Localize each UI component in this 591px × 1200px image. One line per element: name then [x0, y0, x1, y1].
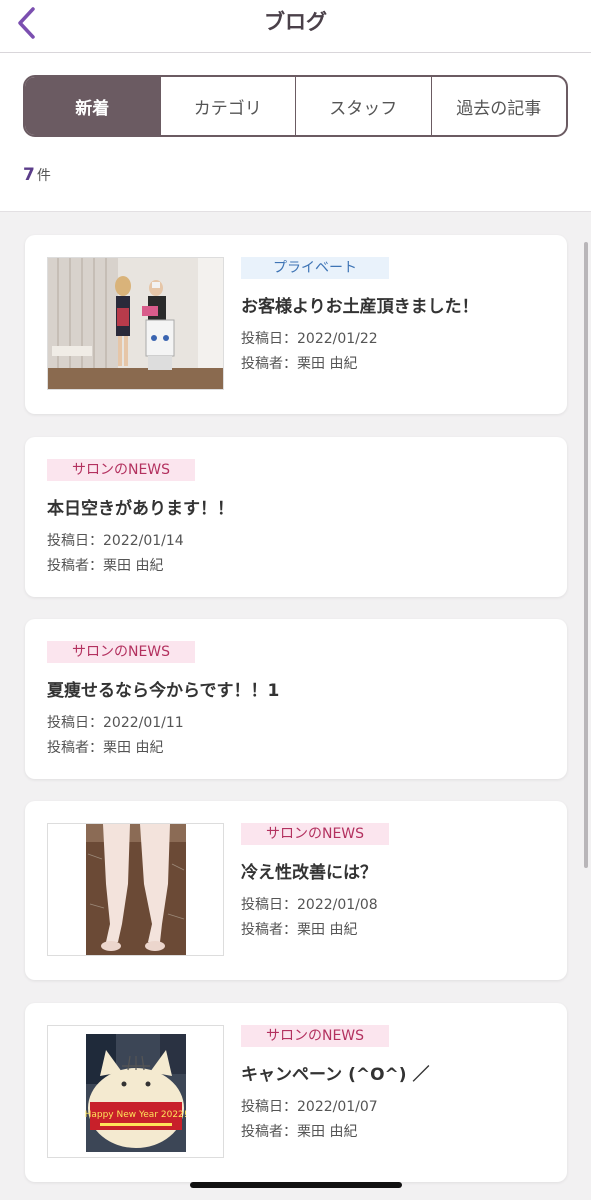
result-count-unit: 件 — [36, 168, 51, 184]
category-badge: サロンのNEWS — [47, 459, 195, 481]
post-card[interactable]: サロンのNEWS 夏痩せるなら今からです！！1 投稿日：2022/01/11 投… — [25, 619, 567, 779]
tab-staff[interactable]: スタッフ — [295, 77, 431, 135]
post-thumbnail — [47, 823, 224, 956]
post-body: サロンのNEWS 冷え性改善には？ 投稿日：2022/01/08 投稿者：栗田 … — [241, 823, 389, 943]
category-badge: プライベート — [241, 257, 389, 279]
category-badge: サロンのNEWS — [47, 641, 195, 663]
result-count: 7件 — [23, 165, 51, 185]
post-author: 投稿者：栗田 由紀 — [241, 1124, 358, 1140]
filter-area: 新着 カテゴリ スタッフ 過去の記事 7件 — [0, 53, 591, 212]
result-count-number: 7 — [23, 165, 35, 185]
post-date: 投稿日：2022/01/14 — [47, 533, 184, 549]
post-body: サロンのNEWS 本日空きがあります！！ 投稿日：2022/01/14 投稿者：… — [47, 459, 234, 579]
tab-category[interactable]: カテゴリ — [159, 77, 296, 135]
tab-archive[interactable]: 過去の記事 — [430, 77, 567, 135]
post-body: サロンのNEWS キャンペーン (^O^) ／ 投稿日：2022/01/07 投… — [241, 1025, 429, 1145]
post-card[interactable]: Happy New Year 2022! サロンのNEWS キャンペーン (^O… — [25, 1003, 567, 1182]
post-title: 本日空きがあります！！ — [47, 499, 234, 519]
post-date: 投稿日：2022/01/07 — [241, 1099, 378, 1115]
app-header: ブログ — [0, 0, 591, 53]
thumbnail-caption: Happy New Year 2022! — [85, 1110, 188, 1120]
post-card[interactable]: サロンのNEWS 本日空きがあります！！ 投稿日：2022/01/14 投稿者：… — [25, 437, 567, 597]
post-author: 投稿者：栗田 由紀 — [47, 740, 164, 756]
tab-bar: 新着 カテゴリ スタッフ 過去の記事 — [23, 75, 568, 137]
post-author: 投稿者：栗田 由紀 — [241, 922, 358, 938]
post-date: 投稿日：2022/01/08 — [241, 897, 378, 913]
home-indicator[interactable] — [190, 1182, 402, 1188]
post-title: お客様よりお土産頂きました！ — [241, 297, 479, 317]
scrollbar[interactable] — [584, 242, 588, 868]
post-date: 投稿日：2022/01/22 — [241, 331, 378, 347]
post-body: サロンのNEWS 夏痩せるなら今からです！！1 投稿日：2022/01/11 投… — [47, 641, 279, 761]
post-author: 投稿者：栗田 由紀 — [47, 558, 164, 574]
post-title: 夏痩せるなら今からです！！1 — [47, 681, 280, 701]
post-body: プライベート お客様よりお土産頂きました！ 投稿日：2022/01/22 投稿者… — [241, 257, 479, 377]
post-card[interactable]: サロンのNEWS 冷え性改善には？ 投稿日：2022/01/08 投稿者：栗田 … — [25, 801, 567, 980]
post-title: 冷え性改善には？ — [241, 863, 377, 883]
category-badge: サロンのNEWS — [241, 823, 389, 845]
category-badge: サロンのNEWS — [241, 1025, 389, 1047]
post-author: 投稿者：栗田 由紀 — [241, 356, 358, 372]
tab-new[interactable]: 新着 — [25, 77, 160, 135]
post-card[interactable]: プライベート お客様よりお土産頂きました！ 投稿日：2022/01/22 投稿者… — [25, 235, 567, 414]
post-thumbnail: Happy New Year 2022! — [47, 1025, 224, 1158]
post-title: キャンペーン (^O^) ／ — [241, 1065, 430, 1085]
page-title: ブログ — [264, 10, 327, 34]
post-thumbnail — [47, 257, 224, 390]
post-date: 投稿日：2022/01/11 — [47, 715, 184, 731]
